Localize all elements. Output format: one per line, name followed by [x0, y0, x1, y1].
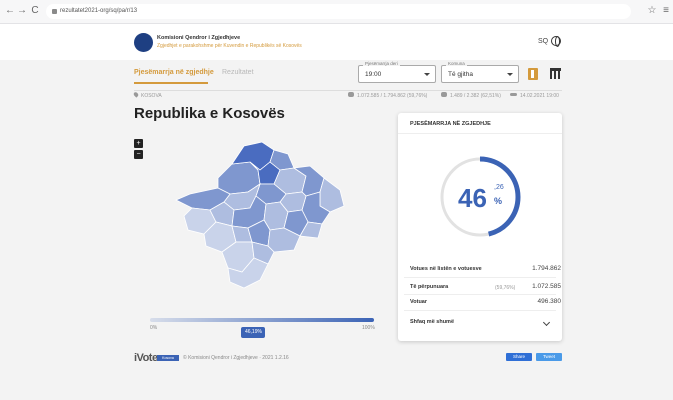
trend-icon: [510, 93, 517, 96]
tab-results[interactable]: Rezultatet: [222, 69, 254, 76]
turnout-percent-decimal: ,26: [494, 184, 504, 191]
chevron-down-icon: [424, 73, 430, 76]
scale-marker: 46,19%: [241, 327, 266, 338]
app-header: [0, 25, 673, 60]
turnout-percent: 46: [458, 183, 487, 213]
ivote-logo[interactable]: iVote: [134, 352, 158, 364]
divider: [134, 90, 562, 91]
table-view-icon[interactable]: [550, 68, 561, 79]
time-select-value: 19:00: [365, 71, 382, 78]
forward-icon[interactable]: →: [16, 5, 28, 17]
footer-badge: Kosova: [157, 355, 179, 361]
divider: [398, 133, 562, 134]
zoom-in-button[interactable]: +: [134, 139, 143, 148]
org-name: Komisioni Qendror i Zgjedhjeve: [157, 35, 241, 41]
address-bar[interactable]: rezultatet2021-org/sq/pa/r/13: [46, 4, 631, 19]
voters-icon: [348, 92, 354, 97]
page-title: Republika e Kosovës: [134, 105, 285, 122]
time-select[interactable]: Pjesëmarrja deri 19:00: [358, 61, 436, 83]
processed-value: 1.072.585: [532, 283, 561, 290]
processed-percent: (59,76%): [495, 285, 516, 291]
kqz-logo[interactable]: [134, 33, 153, 52]
scale-max-label: 100%: [362, 325, 375, 331]
time-select-label: Pjesëmarrja deri: [363, 61, 400, 66]
voters-stat: 1.072.585 / 1.794.862 (59,76%): [357, 93, 428, 99]
share-button[interactable]: Share: [506, 353, 532, 361]
divider: [404, 277, 556, 278]
divider: [404, 294, 556, 295]
voted-label: Votuar: [410, 299, 428, 305]
lock-icon: [52, 9, 57, 14]
bookmark-star-icon[interactable]: ☆: [646, 5, 658, 17]
chevron-down-icon: [507, 73, 513, 76]
map-region: [319, 177, 345, 213]
extensions-icon[interactable]: ≡: [660, 5, 672, 17]
processed-label: Të përpunuara: [410, 284, 449, 290]
turnout-percent-sign: %: [494, 196, 503, 206]
stations-stat: 1.489 / 2.382 (62,51%): [450, 93, 501, 99]
scale-min-label: 0%: [150, 325, 158, 331]
registered-voters-value: 1.794.862: [532, 265, 561, 272]
divider: [404, 310, 556, 311]
polling-station-icon: [441, 92, 447, 97]
municipality-select-value: Të gjitha: [448, 71, 473, 78]
zoom-out-button[interactable]: −: [134, 150, 143, 159]
tab-turnout[interactable]: Pjesëmarrja në zgjedhje: [134, 69, 214, 84]
breadcrumb[interactable]: KOSOVA: [141, 93, 162, 99]
kosovo-map[interactable]: [170, 140, 355, 290]
tweet-button[interactable]: Tweet: [536, 353, 562, 361]
org-tagline: Zgjedhjet e parakohshme për Kuvendin e R…: [157, 43, 302, 49]
updated-stat: 14.02.2021 19:00: [520, 93, 559, 99]
turnout-scale-bar: [150, 318, 374, 322]
show-more-button[interactable]: Shfaq më shumë: [410, 319, 454, 325]
reload-icon[interactable]: C: [29, 5, 41, 17]
voted-value: 496.380: [537, 298, 562, 305]
footer-copyright: © Komisioni Qendror i Zgjedhjeve · 2021 …: [183, 355, 289, 361]
back-icon[interactable]: ←: [4, 5, 16, 17]
municipality-select-label: Komuna: [446, 61, 467, 66]
map-view-icon[interactable]: [528, 68, 538, 80]
card-title: PJESËMARRJA NË ZGJEDHJE: [410, 121, 491, 127]
language-selector[interactable]: SQ: [538, 38, 548, 45]
registered-voters-label: Votues në listën e votuesve: [410, 266, 482, 272]
globe-icon[interactable]: [551, 36, 561, 47]
municipality-select[interactable]: Komuna Të gjitha: [441, 61, 519, 83]
